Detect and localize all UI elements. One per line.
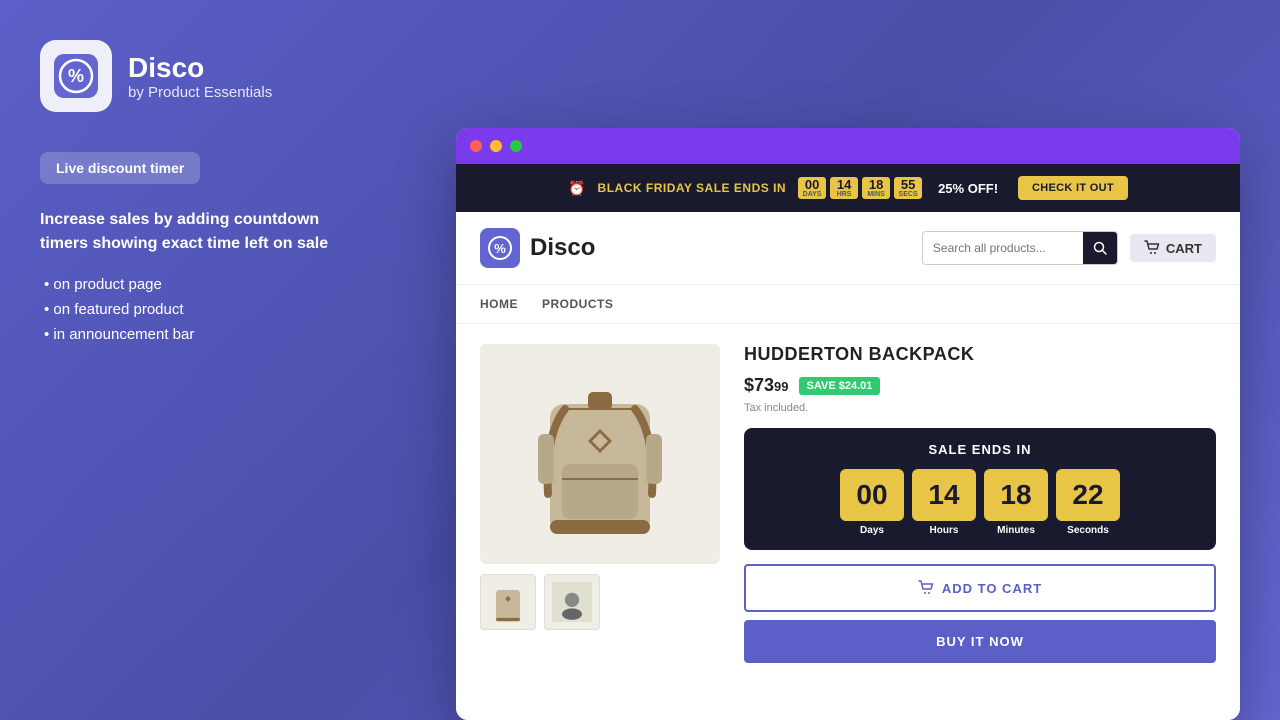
browser-chrome (456, 128, 1240, 164)
shop-logo-icon: % (480, 228, 520, 268)
check-it-out-button[interactable]: CHECK IT OUT (1018, 176, 1128, 200)
thumb-1-icon (488, 578, 528, 626)
live-timer-badge: Live discount timer (40, 152, 200, 184)
ann-hrs-value: 14 (837, 178, 851, 191)
add-to-cart-label: ADD TO CART (942, 581, 1042, 596)
search-box[interactable] (922, 231, 1118, 265)
hours-number: 14 (912, 469, 976, 521)
minutes-unit: 18 Minutes (984, 469, 1048, 536)
tax-note: Tax included. (744, 402, 1216, 414)
thumbnail-1[interactable] (480, 574, 536, 630)
shop-header: % Disco CART (456, 212, 1240, 285)
announcement-bar: ⏰ Black Friday Sale Ends In 00 DAYS 14 H… (456, 164, 1240, 212)
cart-label: CART (1166, 241, 1202, 256)
hours-label: Hours (930, 525, 959, 536)
minutes-label: Minutes (997, 525, 1035, 536)
minimize-dot[interactable] (490, 140, 502, 152)
off-text: 25% OFF! (938, 181, 998, 196)
search-button[interactable] (1083, 231, 1117, 265)
thumbnail-2[interactable] (544, 574, 600, 630)
ann-mins-unit: 18 MINS (862, 177, 890, 199)
close-dot[interactable] (470, 140, 482, 152)
countdown-title: SALE ENDS IN (760, 442, 1200, 457)
buy-now-button[interactable]: BUY IT NOW (744, 620, 1216, 663)
clock-icon: ⏰ (568, 180, 585, 197)
product-price: $7399 (744, 375, 789, 396)
countdown-units: 00 Days 14 Hours 18 Minutes 22 Seconds (760, 469, 1200, 536)
save-badge: SAVE $24.01 (799, 377, 881, 395)
app-icon: % (40, 40, 112, 112)
price-row: $7399 SAVE $24.01 (744, 375, 1216, 396)
ann-days-label: DAYS (803, 191, 822, 198)
nav-products[interactable]: PRODUCTS (542, 285, 613, 323)
days-unit: 00 Days (840, 469, 904, 536)
main-product-image (480, 344, 720, 564)
minutes-number: 18 (984, 469, 1048, 521)
shop-logo-text: Disco (530, 234, 595, 262)
app-logo-row: % Disco by Product Essentials (40, 40, 360, 112)
price-main: $73 (744, 375, 774, 395)
hours-unit: 14 Hours (912, 469, 976, 536)
product-images (480, 344, 720, 716)
left-panel: % Disco by Product Essentials Live disco… (40, 40, 360, 351)
feature-2: • on featured product (40, 301, 360, 318)
product-title: HUDDERTON BACKPACK (744, 344, 1216, 365)
add-to-cart-button[interactable]: ADD TO CART (744, 564, 1216, 612)
browser-mockup: ⏰ Black Friday Sale Ends In 00 DAYS 14 H… (456, 128, 1240, 720)
shop-nav: HOME PRODUCTS (456, 285, 1240, 324)
ann-mins-label: MINS (867, 191, 885, 198)
svg-text:%: % (494, 241, 506, 256)
app-title: Disco by Product Essentials (128, 52, 272, 101)
ann-secs-unit: 55 SECS (894, 177, 922, 199)
price-cents: 99 (774, 379, 788, 394)
feature-1: • on product page (40, 276, 360, 293)
backpack-svg (520, 354, 680, 554)
shop-percent-icon: % (487, 235, 513, 261)
seconds-number: 22 (1056, 469, 1120, 521)
cart-icon (1144, 240, 1160, 256)
shop-header-right: CART (922, 231, 1216, 265)
app-tagline: by Product Essentials (128, 84, 272, 101)
ann-secs-value: 55 (901, 178, 915, 191)
days-number: 00 (840, 469, 904, 521)
product-info: HUDDERTON BACKPACK $7399 SAVE $24.01 Tax… (744, 344, 1216, 716)
product-page: HUDDERTON BACKPACK $7399 SAVE $24.01 Tax… (456, 324, 1240, 720)
app-name: Disco (128, 52, 272, 84)
ann-hrs-label: HRS (837, 191, 852, 198)
shop-logo: % Disco (480, 228, 595, 268)
product-thumbnails (480, 574, 720, 630)
seconds-unit: 22 Seconds (1056, 469, 1120, 536)
maximize-dot[interactable] (510, 140, 522, 152)
ann-hrs-unit: 14 HRS (830, 177, 858, 199)
svg-text:%: % (68, 66, 84, 86)
ann-mins-value: 18 (869, 178, 883, 191)
left-tagline: Increase sales by adding countdown timer… (40, 208, 360, 256)
nav-home[interactable]: HOME (480, 285, 518, 323)
ann-days-value: 00 (805, 178, 819, 191)
search-icon (1093, 241, 1107, 255)
sale-ends-text: Black Friday Sale Ends In (598, 181, 787, 195)
features-list: • on product page • on featured product … (40, 276, 360, 343)
seconds-label: Seconds (1067, 525, 1109, 536)
cart-button[interactable]: CART (1130, 234, 1216, 262)
days-label: Days (860, 525, 884, 536)
feature-3: • in announcement bar (40, 326, 360, 343)
cart-icon-btn (918, 580, 934, 596)
search-input[interactable] (923, 241, 1083, 255)
thumb-2-icon (552, 578, 592, 626)
product-countdown-box: SALE ENDS IN 00 Days 14 Hours 18 Minutes (744, 428, 1216, 550)
ann-secs-label: SECS (899, 191, 918, 198)
disco-percent-icon: % (54, 54, 98, 98)
ann-days-unit: 00 DAYS (798, 177, 826, 199)
announcement-countdown: 00 DAYS 14 HRS 18 MINS 55 SECS (798, 177, 922, 199)
